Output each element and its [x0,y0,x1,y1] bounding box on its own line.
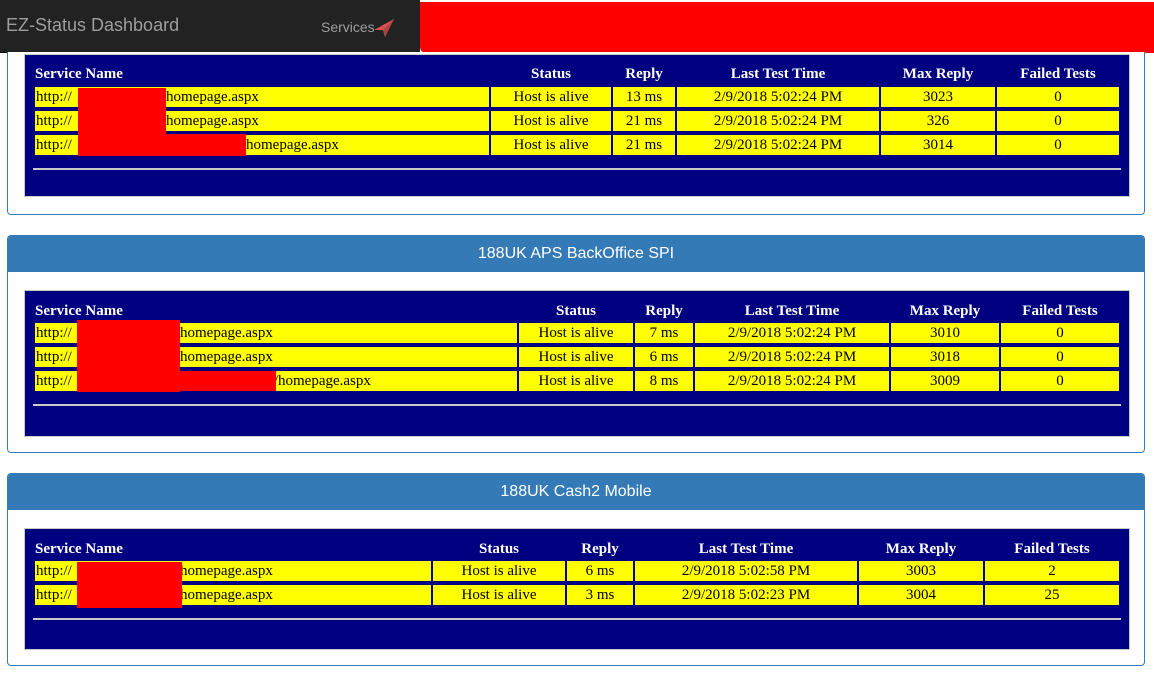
last-test-cell: 2/9/2018 5:02:24 PM [695,347,889,367]
redaction-block [77,562,182,608]
top-navbar: EZ-Status Dashboard Services [0,0,420,53]
status-table-1: Service Name Status Reply Last Test Time… [24,54,1130,197]
service-panel-3: 188UK Cash2 Mobile Service Name Status R… [7,473,1145,666]
panel-title: 188UK APS BackOffice SPI [8,236,1144,272]
app-brand[interactable]: EZ-Status Dashboard [6,15,179,36]
max-reply-cell: 3014 [881,135,995,155]
status-cell: Host is alive [519,347,633,367]
redaction-block [420,2,1154,53]
table-divider [33,618,1121,620]
location-arrow-icon[interactable] [372,18,396,38]
col-service-name: Service Name [35,303,123,319]
reply-cell: 6 ms [567,561,633,581]
last-test-cell: 2/9/2018 5:02:24 PM [677,135,879,155]
col-reply: Reply [625,66,663,82]
max-reply-cell: 3023 [881,87,995,107]
table-divider [33,404,1121,406]
status-cell: Host is alive [433,585,565,605]
max-reply-cell: 326 [881,111,995,131]
nav-services-link[interactable]: Services [321,19,375,35]
col-service-name: Service Name [35,66,123,82]
table-row: http:///homepage.aspx Host is alive 7 ms… [35,323,1119,343]
col-failed-tests: Failed Tests [1020,66,1096,82]
table-header-row: Service Name Status Reply Last Test Time… [35,64,1119,84]
status-cell: Host is alive [433,561,565,581]
last-test-cell: 2/9/2018 5:02:58 PM [635,561,857,581]
col-service-name: Service Name [35,541,123,557]
redaction-block [77,371,276,391]
last-test-cell: 2/9/2018 5:02:23 PM [635,585,857,605]
status-table-2: Service Name Status Reply Last Test Time… [24,290,1130,437]
reply-cell: 21 ms [613,111,675,131]
status-cell: Host is alive [491,111,611,131]
col-max-reply: Max Reply [885,541,957,557]
reply-cell: 21 ms [613,135,675,155]
col-status: Status [530,66,571,82]
panel-title: 188UK Cash2 Mobile [8,474,1144,510]
max-reply-cell: 3010 [891,323,999,343]
col-last-test-time: Last Test Time [730,66,826,82]
table-row: http:///homepage.aspx Host is alive 13 m… [35,87,1119,107]
failed-tests-cell: 2 [985,561,1119,581]
max-reply-cell: 3003 [859,561,983,581]
table-header-row: Service Name Status Reply Last Test Time… [35,539,1119,559]
col-max-reply: Max Reply [902,66,974,82]
service-panel-1: Service Name Status Reply Last Test Time… [7,52,1145,215]
reply-cell: 6 ms [635,347,693,367]
failed-tests-cell: 0 [997,135,1119,155]
col-max-reply: Max Reply [909,303,981,319]
failed-tests-cell: 0 [1001,347,1119,367]
reply-cell: 8 ms [635,371,693,391]
col-failed-tests: Failed Tests [1022,303,1098,319]
reply-cell: 13 ms [613,87,675,107]
col-last-test-time: Last Test Time [698,541,794,557]
max-reply-cell: 3004 [859,585,983,605]
table-divider [33,168,1121,170]
table-row: http:///homepage.aspx Host is alive 6 ms… [35,561,1119,581]
redaction-block [78,134,246,156]
status-cell: Host is alive [491,135,611,155]
last-test-cell: 2/9/2018 5:02:24 PM [695,323,889,343]
failed-tests-cell: 25 [985,585,1119,605]
table-row: http:///homepage.aspx Host is alive 6 ms… [35,347,1119,367]
failed-tests-cell: 0 [1001,371,1119,391]
table-row: http:///homepage.aspx Host is alive 21 m… [35,111,1119,131]
last-test-cell: 2/9/2018 5:02:24 PM [695,371,889,391]
status-table-3: Service Name Status Reply Last Test Time… [24,528,1130,650]
failed-tests-cell: 0 [1001,323,1119,343]
col-status: Status [478,541,519,557]
status-cell: Host is alive [519,371,633,391]
col-status: Status [555,303,596,319]
last-test-cell: 2/9/2018 5:02:24 PM [677,87,879,107]
table-row: http:///homepage.aspx Host is alive 3 ms… [35,585,1119,605]
failed-tests-cell: 0 [997,111,1119,131]
reply-cell: 3 ms [567,585,633,605]
failed-tests-cell: 0 [997,87,1119,107]
col-failed-tests: Failed Tests [1014,541,1090,557]
col-reply: Reply [581,541,619,557]
max-reply-cell: 3009 [891,371,999,391]
service-panel-2: 188UK APS BackOffice SPI Service Name St… [7,235,1145,453]
status-cell: Host is alive [491,87,611,107]
reply-cell: 7 ms [635,323,693,343]
table-header-row: Service Name Status Reply Last Test Time… [35,301,1119,321]
status-cell: Host is alive [519,323,633,343]
last-test-cell: 2/9/2018 5:02:24 PM [677,111,879,131]
col-last-test-time: Last Test Time [744,303,840,319]
col-reply: Reply [645,303,683,319]
max-reply-cell: 3018 [891,347,999,367]
